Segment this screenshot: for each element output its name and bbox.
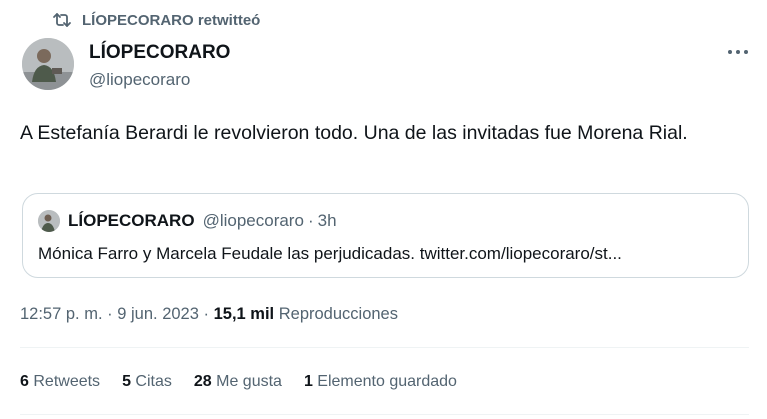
stat-label: Elemento guardado	[317, 373, 457, 390]
divider	[20, 414, 749, 415]
stat-count: 1	[303, 373, 313, 390]
retweet-context-text: LÍOPECORARO retwitteó	[82, 11, 261, 29]
quoted-tweet-header: LÍOPECORARO @liopecoraro · 3h	[38, 210, 337, 232]
quoted-tweet[interactable]: LÍOPECORARO @liopecoraro · 3h Mónica Far…	[22, 193, 749, 278]
views-label: Reproducciones	[278, 305, 398, 323]
stat-likes[interactable]: 28 Me gusta	[194, 373, 282, 391]
stat-count: 6	[20, 373, 29, 390]
stat-retweets[interactable]: 6 Retweets	[20, 373, 100, 391]
divider	[20, 347, 749, 348]
quoted-author-handle: @liopecoraro	[202, 211, 304, 230]
author-name[interactable]: LÍOPECORARO	[89, 42, 230, 64]
meta-separator: ·	[203, 305, 210, 323]
stat-label: Citas	[135, 373, 172, 390]
views-count: 15,1 mil	[213, 305, 275, 323]
quoted-time: 3h	[317, 211, 337, 230]
more-dots-icon	[727, 42, 749, 60]
tweet-meta: 12:57 p. m. · 9 jun. 2023 · 15,1 mil Rep…	[20, 305, 398, 324]
tweet-time[interactable]: 12:57 p. m.	[20, 305, 103, 323]
stat-label: Retweets	[33, 373, 101, 390]
retweet-context[interactable]: LÍOPECORARO retwitteó	[52, 10, 260, 30]
quoted-avatar	[38, 210, 60, 232]
stat-label: Me gusta	[216, 373, 282, 390]
stat-quotes[interactable]: 5 Citas	[122, 373, 172, 391]
tweet: LÍOPECORARO retwitteó LÍOPECORARO @liope…	[0, 0, 767, 419]
retweet-icon	[52, 12, 72, 28]
quoted-author-name: LÍOPECORARO	[68, 211, 195, 230]
author-handle[interactable]: @liopecoraro	[89, 69, 230, 91]
stat-bookmarks[interactable]: 1 Elemento guardado	[304, 373, 457, 391]
tweet-text: A Estefanía Berardi le revolvieron todo.…	[20, 122, 688, 144]
author-info[interactable]: LÍOPECORARO @liopecoraro	[89, 42, 230, 91]
avatar[interactable]	[22, 38, 74, 90]
quoted-tweet-text: Mónica Farro y Marcela Feudale las perju…	[38, 244, 622, 263]
stat-count: 28	[193, 373, 212, 390]
quoted-separator: ·	[307, 211, 314, 230]
stat-count: 5	[122, 373, 131, 390]
tweet-stats: 6 Retweets 5 Citas 28 Me gusta 1 Element…	[20, 373, 457, 391]
meta-separator: ·	[107, 305, 113, 323]
more-button[interactable]	[723, 40, 753, 62]
tweet-date[interactable]: 9 jun. 2023	[117, 305, 199, 323]
